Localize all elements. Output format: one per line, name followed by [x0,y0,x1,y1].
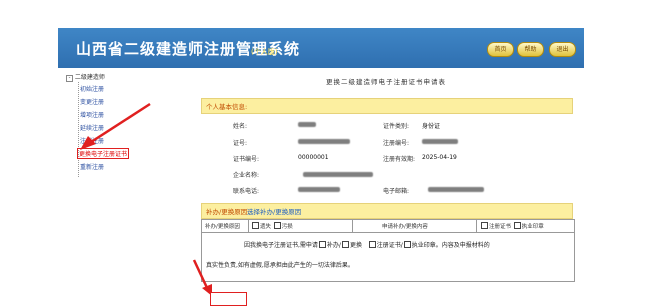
logout-button[interactable]: 退出 [549,42,576,57]
email-label: 电子邮箱: [383,188,410,195]
cert-serial-value: 00000001 [298,154,329,161]
lost-label: 遗失 [260,224,272,230]
supplement-checkbox[interactable] [318,241,326,248]
section-reason-label: 补办/更换原因: [206,208,250,216]
cert-checkbox[interactable] [481,222,488,229]
sidebar-item-initial[interactable]: 初始注册 [80,84,104,93]
help-button[interactable]: 帮助 [517,42,544,57]
reason-col-label: 补办/更换原因 [205,224,240,230]
replace-checkbox[interactable] [341,241,349,248]
tree-root[interactable]: - 二级建造师 [66,72,105,82]
lost-checkbox[interactable] [252,222,259,229]
divider [476,220,477,232]
statement-area: 因我换电子注册证书,需申请 补办/更换 注册证书/执业印章。内容及申报材料的 真实… [202,233,574,281]
statement-text: 执业印章。内容及申报材料的 [411,242,490,249]
name-label: 姓名: [233,123,248,130]
content-options: 注册证书 执业印章 [480,222,544,230]
section-personal: 个人基本信息: [201,98,573,114]
reason-table: 补办/更换原因 遗失 污损 申请补办/更换内容 注册证书 执业印章 因我换电子注… [201,219,575,282]
statement-text: 因我换电子注册证书,需申请 [244,242,318,249]
cert-no-label: 证号: [233,140,248,147]
damaged-checkbox[interactable] [273,222,281,229]
seal-checkbox[interactable] [513,222,521,229]
email-value-redacted [428,187,484,192]
tree-root-label: 二级建造师 [74,74,105,81]
section-personal-label: 个人基本信息: [206,103,248,111]
statement-text: 注册证书/ [376,242,403,249]
form-title: 更换二级建造师电子注册证书申请表 [326,78,446,86]
company-label: 企业名称: [233,172,260,179]
content-col-label: 申请补办/更换内容 [382,224,428,230]
statement-text: 补办/ [326,242,341,249]
cert-option-label: 注册证书 [489,224,512,230]
id-type-label: 证件类别: [383,123,410,130]
phone-value-redacted [298,187,340,192]
valid-until-label: 注册有效期: [383,156,416,163]
annotation-arrow-icon [80,102,151,150]
divider [352,220,353,232]
statement-line-2: 真实性负责,如有虚假,愿承担由此产生的一切法律后果。 [206,262,354,269]
phone-label: 联系电话: [233,188,260,195]
collapse-icon[interactable]: - [66,75,73,82]
app-header: 山西省二级建造师注册管理系统 (个人版) 首页 帮助 退出 [58,28,584,68]
name-value-redacted [298,122,316,127]
sidebar-item-reregister[interactable]: 重新注册 [80,162,104,171]
valid-until-value: 2025-04-19 [422,154,457,161]
statement-cert-checkbox[interactable] [368,241,376,248]
cert-no-value-redacted [298,139,350,144]
statement-text: 更换 [349,242,362,249]
damaged-label: 污损 [281,224,293,230]
divider [248,220,249,232]
reason-row: 补办/更换原因 遗失 污损 申请补办/更换内容 注册证书 执业印章 [202,220,574,233]
cert-serial-label: 证书编号: [233,156,260,163]
reg-no-value-redacted [422,139,458,144]
home-button[interactable]: 首页 [487,42,514,57]
app-subtitle: (个人版) [251,48,278,56]
reason-options: 遗失 污损 [251,222,293,230]
company-value-redacted [303,172,373,177]
section-reason: 补办/更换原因: 选择补办/更换原因 [201,203,573,219]
statement-line-1: 因我换电子注册证书,需申请 补办/更换 注册证书/执业印章。内容及申报材料的 [244,240,490,249]
main-content: 更换二级建造师电子注册证书申请表 个人基本信息: 姓名: 证件类别: 身份证 证… [188,68,584,304]
seal-option-label: 执业印章 [521,224,544,230]
reg-no-label: 注册编号: [383,140,410,147]
id-type-value: 身份证 [422,123,441,130]
statement-seal-checkbox[interactable] [403,241,411,248]
select-reason-link[interactable]: 选择补办/更换原因 [247,206,301,216]
